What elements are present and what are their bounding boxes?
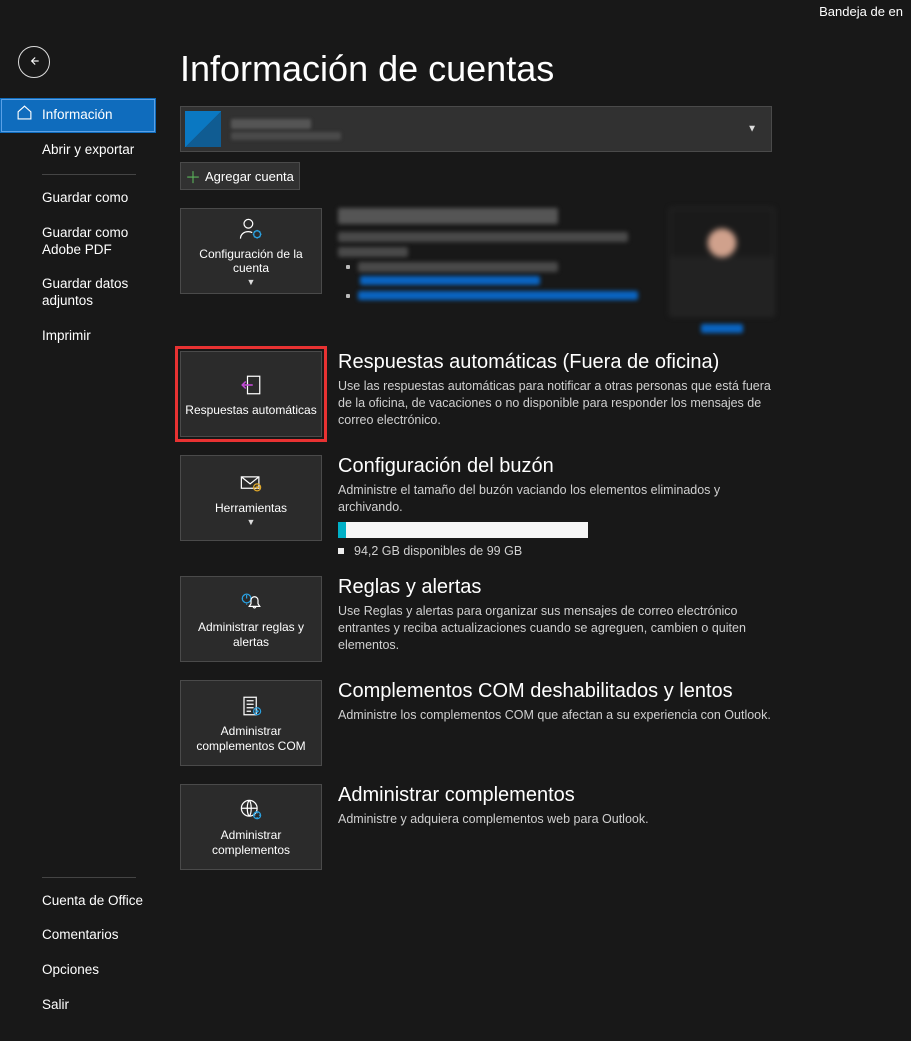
redacted-text <box>338 247 408 257</box>
chevron-down-icon: ▼ <box>247 277 256 287</box>
nav-label: Opciones <box>42 962 99 977</box>
nav-label: Abrir y exportar <box>42 142 134 157</box>
home-icon <box>16 105 33 127</box>
rules-alerts-icon <box>237 588 265 616</box>
backstage-main: Información de cuentas ▼ ＋ Agregar cuent… <box>156 0 911 1041</box>
com-addins-icon <box>237 692 265 720</box>
section-description: Administre los complementos COM que afec… <box>338 707 778 724</box>
globe-gear-icon <box>237 796 265 824</box>
section-heading: Configuración del buzón <box>338 455 778 478</box>
nav-opciones[interactable]: Opciones <box>0 953 156 988</box>
nav-comentarios[interactable]: Comentarios <box>0 918 156 953</box>
profile-photo <box>670 208 774 316</box>
add-account-label: Agregar cuenta <box>205 169 294 184</box>
auto-reply-icon <box>237 371 265 399</box>
redacted-heading <box>338 208 558 224</box>
nav-guardar-como[interactable]: Guardar como <box>0 181 156 216</box>
section-description: Use Reglas y alertas para organizar sus … <box>338 603 778 654</box>
nav-label: Salir <box>42 997 69 1012</box>
nav-label: Imprimir <box>42 328 91 343</box>
nav-label: Información <box>42 107 113 122</box>
com-addins-tile[interactable]: Administrar complementos COM <box>180 680 322 766</box>
account-avatar-icon <box>185 111 221 147</box>
section-heading: Respuestas automáticas (Fuera de oficina… <box>338 351 778 374</box>
add-account-button[interactable]: ＋ Agregar cuenta <box>180 162 300 190</box>
nav-cuenta-office[interactable]: Cuenta de Office <box>0 884 156 919</box>
section-description: Administre el tamaño del buzón vaciando … <box>338 482 778 516</box>
mailbox-storage-fill <box>338 522 346 538</box>
nav-label: Guardar como <box>42 190 128 205</box>
section-heading: Administrar complementos <box>338 784 778 807</box>
nav-label: Cuenta de Office <box>42 893 143 908</box>
back-button[interactable] <box>18 46 50 78</box>
nav-guardar-pdf[interactable]: Guardar como Adobe PDF <box>0 216 156 268</box>
mailbox-tools-tile[interactable]: Herramientas ▼ <box>180 455 322 541</box>
manage-addins-tile[interactable]: Administrar complementos <box>180 784 322 870</box>
nav-label: Comentarios <box>42 927 119 942</box>
nav-guardar-adjuntos[interactable]: Guardar datos adjuntos <box>0 267 156 319</box>
mailbox-tools-icon <box>237 469 265 497</box>
tile-label: Administrar reglas y alertas <box>181 620 321 649</box>
storage-text: 94,2 GB disponibles de 99 GB <box>354 544 522 558</box>
nav-label: Guardar como Adobe PDF <box>42 225 128 257</box>
separator <box>42 877 136 878</box>
page-title: Información de cuentas <box>180 48 911 90</box>
nav-abrir-exportar[interactable]: Abrir y exportar <box>0 133 156 168</box>
tile-label: Configuración de la cuenta <box>181 247 321 276</box>
bullet-icon <box>338 548 344 554</box>
profile-photo-area <box>670 208 774 333</box>
mailbox-storage-bar <box>338 522 588 538</box>
plus-icon: ＋ <box>181 164 205 188</box>
redacted-link <box>358 291 638 300</box>
nav-label: Guardar datos adjuntos <box>42 276 128 308</box>
person-gear-icon <box>237 215 265 243</box>
account-settings-tile[interactable]: Configuración de la cuenta ▼ <box>180 208 322 294</box>
redacted-text <box>358 262 558 272</box>
section-description: Administre y adquiera complementos web p… <box>338 811 778 828</box>
arrow-left-icon <box>27 54 41 71</box>
chevron-down-icon: ▼ <box>747 124 757 135</box>
separator <box>42 174 136 175</box>
tile-label: Respuestas automáticas <box>185 403 316 417</box>
tile-label: Herramientas <box>215 501 287 515</box>
tile-label: Administrar complementos <box>181 828 321 857</box>
backstage-sidebar: Información Abrir y exportar Guardar com… <box>0 0 156 1041</box>
automatic-replies-tile[interactable]: Respuestas automáticas <box>180 351 322 437</box>
rules-alerts-tile[interactable]: Administrar reglas y alertas <box>180 576 322 662</box>
redacted-text <box>338 232 628 242</box>
tile-label: Administrar complementos COM <box>181 724 321 753</box>
redacted-link <box>360 276 540 285</box>
section-heading: Complementos COM deshabilitados y lentos <box>338 680 778 703</box>
nav-informacion[interactable]: Información <box>0 98 156 133</box>
account-info-redacted <box>231 119 341 140</box>
nav-salir[interactable]: Salir <box>0 988 156 1023</box>
redacted-link <box>701 324 743 333</box>
window-titlebar: Bandeja de en <box>0 0 911 30</box>
chevron-down-icon: ▼ <box>247 517 256 527</box>
account-selector-dropdown[interactable]: ▼ <box>180 106 772 152</box>
section-description: Use las respuestas automáticas para noti… <box>338 378 778 429</box>
section-heading: Reglas y alertas <box>338 576 778 599</box>
nav-imprimir[interactable]: Imprimir <box>0 319 156 354</box>
